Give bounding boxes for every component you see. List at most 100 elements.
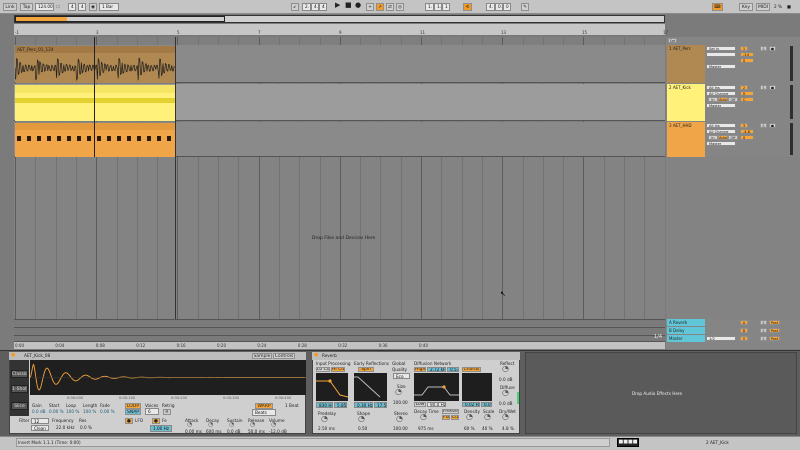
- position-bar[interactable]: 2.: [302, 3, 311, 11]
- decay-knob[interactable]: ◔: [420, 413, 427, 421]
- track-name[interactable]: 1 AET_Perc: [669, 46, 691, 51]
- chorus-rate-field[interactable]: 0.02 Hz: [462, 402, 480, 407]
- track-volume-field[interactable]: -4.8: [740, 129, 754, 134]
- monitor-off-button[interactable]: Off: [728, 135, 738, 140]
- track-input-select[interactable]: All Ins: [706, 123, 736, 128]
- mode-oneshot-button[interactable]: 1-Shot: [11, 385, 28, 393]
- sampler-param-value[interactable]: 0.0 dB: [32, 409, 46, 414]
- voices-field[interactable]: 6: [145, 408, 159, 415]
- flat-toggle[interactable]: Flat: [442, 415, 450, 420]
- track-input-select[interactable]: Set In: [706, 46, 736, 51]
- snap-toggle[interactable]: SNAP: [125, 409, 141, 415]
- loop-length-bar[interactable]: 4.: [486, 3, 495, 11]
- high-value-field[interactable]: 0.53: [447, 367, 459, 372]
- track-output-select[interactable]: Master: [706, 64, 736, 69]
- track-solo-button[interactable]: S: [760, 85, 767, 90]
- return-post-button[interactable]: Post: [769, 336, 780, 341]
- early-reflections-display[interactable]: [354, 373, 387, 401]
- input-width-field[interactable]: 5.85: [334, 402, 347, 408]
- shape-knob[interactable]: ◔: [358, 415, 365, 423]
- track-solo-button[interactable]: S: [760, 123, 767, 128]
- loop-brace[interactable]: [94, 37, 95, 157]
- spin-toggle[interactable]: Spin: [358, 367, 374, 372]
- session-record-button[interactable]: ◎: [396, 3, 404, 11]
- track-activator-button[interactable]: 3: [740, 123, 748, 128]
- stop-icon[interactable]: ■: [345, 2, 352, 9]
- return-post-button[interactable]: Post: [769, 328, 780, 333]
- sampler-param-value[interactable]: 0.00 %: [100, 409, 115, 414]
- track-name[interactable]: 2 AET_Kick: [669, 85, 691, 90]
- cut-toggle[interactable]: Cut: [451, 415, 459, 420]
- density-knob[interactable]: ◔: [466, 413, 473, 421]
- return-name[interactable]: Master: [669, 336, 683, 341]
- mode-slice-button[interactable]: Slice: [11, 402, 28, 410]
- chorus-display[interactable]: [462, 373, 492, 401]
- retrig-toggle[interactable]: R: [163, 409, 171, 415]
- mode-classic-button[interactable]: Classic: [11, 370, 28, 378]
- quality-select[interactable]: Eco: [393, 373, 410, 379]
- overdub-button[interactable]: +: [366, 3, 374, 11]
- envelope-knob[interactable]: ◔: [229, 422, 234, 428]
- tab-controls[interactable]: Controls: [273, 353, 295, 359]
- monitor-auto-button[interactable]: Auto: [718, 97, 728, 102]
- high-freq-field[interactable]: 2.72 kHz: [427, 367, 446, 372]
- monitor-in-button[interactable]: In: [708, 97, 718, 102]
- return-name[interactable]: A Reverb: [669, 320, 687, 325]
- play-icon[interactable]: ▶: [335, 2, 340, 9]
- position-sixteenth[interactable]: 4: [319, 3, 327, 11]
- loop-start-beat[interactable]: 1.: [434, 3, 442, 11]
- sig-den[interactable]: 4: [78, 3, 86, 11]
- filter-circuit-select[interactable]: Clean: [31, 425, 49, 431]
- lfo-rate-field[interactable]: 1.00 Hz: [150, 425, 172, 432]
- envelope-knob[interactable]: ◔: [208, 422, 213, 428]
- track-route-select[interactable]: [706, 52, 736, 57]
- sampler-param-value[interactable]: 100 %: [66, 409, 79, 414]
- track-arm-button[interactable]: ●: [769, 123, 776, 128]
- overview-view-box[interactable]: [15, 16, 225, 22]
- set-button[interactable]: Set: [668, 38, 677, 43]
- chorus-toggle[interactable]: Chorus: [462, 367, 481, 372]
- track-input-select[interactable]: All Ins: [706, 85, 736, 90]
- diffuse-knob[interactable]: ◔: [502, 389, 509, 397]
- return-activator-button[interactable]: 0: [740, 336, 748, 341]
- return-lane-a[interactable]: [14, 319, 665, 326]
- stereo-knob[interactable]: ◔: [396, 415, 403, 423]
- loop-length-beat[interactable]: 0.: [495, 3, 503, 11]
- track-arm-button[interactable]: ●: [769, 46, 776, 51]
- status-pager[interactable]: ■■■■: [617, 438, 639, 447]
- sampler-power-icon[interactable]: ●: [11, 353, 15, 358]
- track-channel-select[interactable]: All Channe: [706, 129, 736, 134]
- clip-kick[interactable]: [15, 85, 175, 121]
- track-solo-button[interactable]: S: [760, 46, 767, 51]
- lfo-toggle[interactable]: ●: [125, 418, 133, 424]
- follow-button[interactable]: ↙: [291, 3, 299, 11]
- master-output-select[interactable]: 1/2: [706, 336, 736, 341]
- track-channel-select[interactable]: All Channe: [706, 91, 736, 96]
- low-freq-field[interactable]: 90.0 Hz: [427, 402, 446, 407]
- track-arm-button[interactable]: ●: [769, 85, 776, 90]
- envelope-knob[interactable]: ◔: [187, 422, 192, 428]
- tempo-field[interactable]: 124.00: [35, 3, 54, 11]
- spin-amount-field[interactable]: 17.5: [374, 402, 387, 408]
- fe-toggle[interactable]: ●: [152, 418, 160, 424]
- track-activator-button[interactable]: 1: [740, 46, 748, 51]
- low-toggle[interactable]: Low: [414, 402, 426, 407]
- high-toggle[interactable]: High: [414, 367, 426, 372]
- monitor-auto-button[interactable]: Auto: [718, 135, 728, 140]
- quantize-field[interactable]: 1 Bar: [99, 3, 119, 11]
- clip-hhd[interactable]: [15, 123, 175, 157]
- status-input-field[interactable]: [16, 438, 610, 447]
- return-solo-button[interactable]: S: [760, 328, 767, 333]
- sampler-param-value[interactable]: 100 %: [83, 409, 96, 414]
- envelope-knob[interactable]: ◔: [250, 422, 255, 428]
- link-button[interactable]: Link: [3, 3, 17, 11]
- track-name[interactable]: 3 AET_HHD: [669, 123, 692, 128]
- key-map-button[interactable]: Key: [739, 3, 753, 11]
- tab-sample[interactable]: Sample: [252, 353, 272, 359]
- scale-knob[interactable]: ◔: [484, 413, 491, 421]
- input-freq-field[interactable]: 830 Hz: [316, 402, 333, 408]
- position-beat[interactable]: 4.: [311, 3, 319, 11]
- track-pan-field[interactable]: 0: [740, 58, 754, 63]
- tap-button[interactable]: Tap: [20, 3, 33, 11]
- metronome-button[interactable]: ◉: [89, 3, 97, 11]
